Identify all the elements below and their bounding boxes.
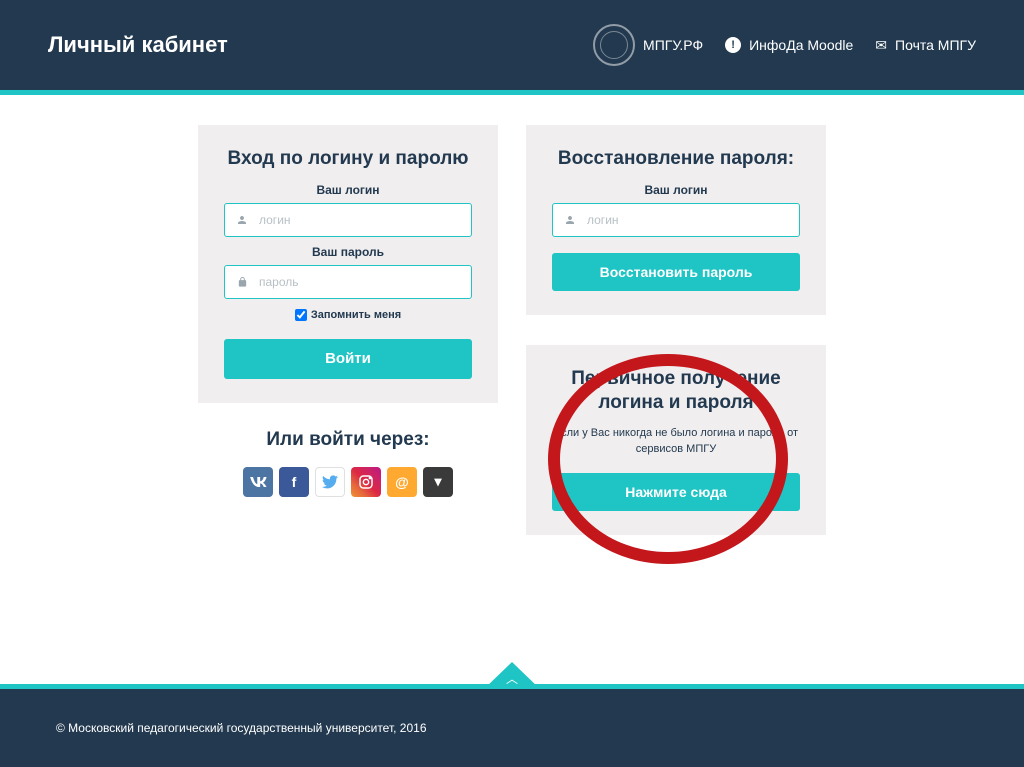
obtain-title: Первичное получение логина и пароля [552, 367, 800, 415]
recover-submit-button[interactable]: Восстановить пароль [552, 253, 800, 291]
login-title: Вход по логину и паролю [224, 147, 472, 171]
login-username-wrap [224, 203, 472, 237]
user-icon [225, 214, 259, 226]
header-nav: МПГУ.РФ ! ИнфоДа Moodle ✉ Почта МПГУ [593, 24, 976, 66]
remember-checkbox[interactable] [295, 309, 307, 321]
header: Личный кабинет МПГУ.РФ ! ИнфоДа Moodle ✉… [0, 0, 1024, 90]
remember-label: Запомнить меня [311, 309, 401, 321]
footer-copyright: © Московский педагогический государствен… [56, 721, 427, 735]
left-column: Вход по логину и паролю Ваш логин Ваш па… [198, 125, 498, 535]
vk-icon[interactable] [243, 467, 273, 497]
university-logo-icon [593, 24, 635, 66]
remember-me[interactable]: Запомнить меня [224, 309, 472, 321]
user-icon [553, 214, 587, 226]
twitter-icon[interactable] [315, 467, 345, 497]
footer-wrap: ︿ © Московский педагогический государств… [0, 684, 1024, 767]
nav-moodle-label: ИнфоДа Moodle [749, 37, 853, 53]
login-card: Вход по логину и паролю Ваш логин Ваш па… [198, 125, 498, 403]
nav-moodle[interactable]: ! ИнфоДа Moodle [725, 37, 853, 53]
recover-login-label: Ваш логин [552, 183, 800, 197]
right-column: Восстановление пароля: Ваш логин Восстан… [526, 125, 826, 535]
facebook-icon[interactable]: f [279, 467, 309, 497]
nav-mail[interactable]: ✉ Почта МПГУ [875, 37, 976, 54]
scroll-top-button[interactable]: ︿ [484, 662, 540, 689]
obtain-submit-button[interactable]: Нажмите сюда [552, 473, 800, 511]
nav-site-label: МПГУ.РФ [643, 37, 703, 53]
login-submit-button[interactable]: Войти [224, 339, 472, 379]
nav-mail-label: Почта МПГУ [895, 37, 976, 53]
recover-title: Восстановление пароля: [552, 147, 800, 171]
mailru-icon[interactable]: @ [387, 467, 417, 497]
accent-bar-bottom: ︿ [0, 684, 1024, 689]
login-password-label: Ваш пароль [224, 245, 472, 259]
lock-icon [225, 276, 259, 288]
social-row: f @ ▾ [198, 467, 498, 497]
mail-icon: ✉ [875, 37, 887, 54]
login-username-label: Ваш логин [224, 183, 472, 197]
recover-login-input[interactable] [587, 213, 799, 227]
page-title: Личный кабинет [48, 32, 228, 58]
recover-login-wrap [552, 203, 800, 237]
main-content: Вход по логину и паролю Ваш логин Ваш па… [0, 95, 1024, 535]
social-login-title: Или войти через: [198, 429, 498, 451]
login-username-input[interactable] [259, 213, 471, 227]
obtain-subtext: Если у Вас никогда не было логина и паро… [552, 426, 800, 457]
nav-site[interactable]: МПГУ.РФ [593, 24, 703, 66]
login-password-input[interactable] [259, 275, 471, 289]
instagram-icon[interactable] [351, 467, 381, 497]
more-options-icon[interactable]: ▾ [423, 467, 453, 497]
obtain-card: Первичное получение логина и пароля Если… [526, 345, 826, 535]
login-password-wrap [224, 265, 472, 299]
recover-card: Восстановление пароля: Ваш логин Восстан… [526, 125, 826, 315]
footer: © Московский педагогический государствен… [0, 689, 1024, 767]
info-icon: ! [725, 37, 741, 53]
